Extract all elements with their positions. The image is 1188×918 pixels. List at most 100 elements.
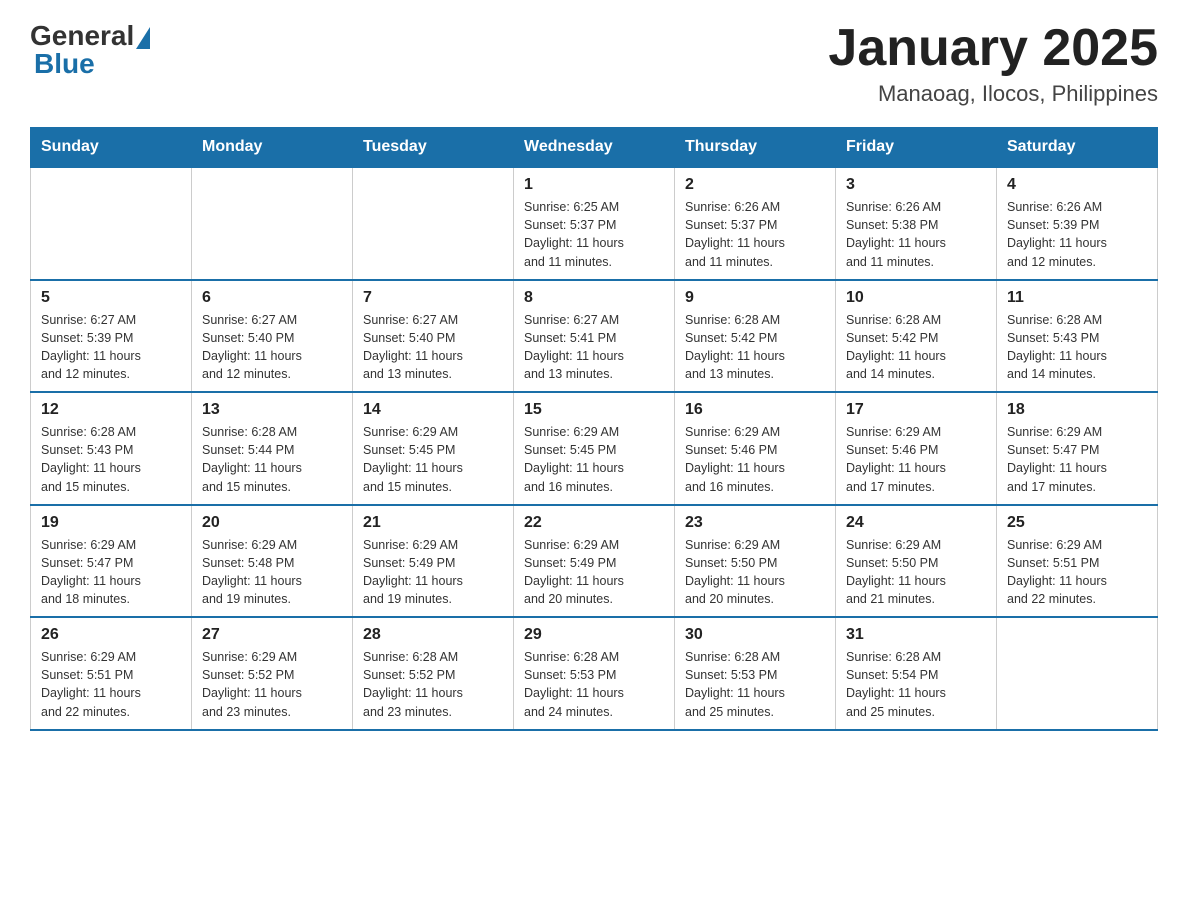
header: General Blue January 2025 Manaoag, Iloco… [30,20,1158,107]
day-number: 17 [846,401,986,419]
calendar-day-3: 3 Sunrise: 6:26 AM Sunset: 5:38 PM Daylig… [836,167,997,280]
calendar-day-31: 31 Sunrise: 6:28 AM Sunset: 5:54 PM Dayli… [836,617,997,730]
header-monday: Monday [192,128,353,168]
calendar-day-11: 11 Sunrise: 6:28 AM Sunset: 5:43 PM Dayli… [997,280,1158,393]
calendar-day-5: 5 Sunrise: 6:27 AM Sunset: 5:39 PM Daylig… [31,280,192,393]
day-info: Sunrise: 6:29 AM Sunset: 5:50 PM Dayligh… [685,536,825,609]
calendar-week-row: 5 Sunrise: 6:27 AM Sunset: 5:39 PM Daylig… [31,280,1158,393]
calendar-table: SundayMondayTuesdayWednesdayThursdayFrid… [30,127,1158,731]
day-number: 3 [846,176,986,194]
day-info: Sunrise: 6:29 AM Sunset: 5:47 PM Dayligh… [41,536,181,609]
day-number: 16 [685,401,825,419]
calendar-day-25: 25 Sunrise: 6:29 AM Sunset: 5:51 PM Dayli… [997,505,1158,618]
day-info: Sunrise: 6:27 AM Sunset: 5:41 PM Dayligh… [524,311,664,384]
calendar-day-12: 12 Sunrise: 6:28 AM Sunset: 5:43 PM Dayli… [31,392,192,505]
day-info: Sunrise: 6:26 AM Sunset: 5:39 PM Dayligh… [1007,198,1147,271]
calendar-day-13: 13 Sunrise: 6:28 AM Sunset: 5:44 PM Dayli… [192,392,353,505]
day-number: 31 [846,626,986,644]
calendar-day-9: 9Sunrise: 6:28 AM Sunset: 5:42 PM Daylig… [675,280,836,393]
day-number: 12 [41,401,181,419]
day-number: 5 [41,289,181,307]
day-number: 28 [363,626,503,644]
calendar-subtitle: Manaoag, Ilocos, Philippines [828,81,1158,107]
calendar-day-6: 6Sunrise: 6:27 AM Sunset: 5:40 PM Daylig… [192,280,353,393]
header-wednesday: Wednesday [514,128,675,168]
day-number: 7 [363,289,503,307]
calendar-day-21: 21 Sunrise: 6:29 AM Sunset: 5:49 PM Dayli… [353,505,514,618]
day-info: Sunrise: 6:29 AM Sunset: 5:49 PM Dayligh… [363,536,503,609]
day-number: 2 [685,176,825,194]
calendar-empty-cell [31,167,192,280]
day-info: Sunrise: 6:28 AM Sunset: 5:54 PM Dayligh… [846,648,986,721]
calendar-day-27: 27 Sunrise: 6:29 AM Sunset: 5:52 PM Dayli… [192,617,353,730]
day-info: Sunrise: 6:29 AM Sunset: 5:46 PM Dayligh… [846,423,986,496]
calendar-week-row: 1Sunrise: 6:25 AM Sunset: 5:37 PM Daylig… [31,167,1158,280]
day-info: Sunrise: 6:29 AM Sunset: 5:45 PM Dayligh… [524,423,664,496]
day-info: Sunrise: 6:28 AM Sunset: 5:43 PM Dayligh… [41,423,181,496]
header-saturday: Saturday [997,128,1158,168]
day-info: Sunrise: 6:28 AM Sunset: 5:42 PM Dayligh… [685,311,825,384]
calendar-day-20: 20 Sunrise: 6:29 AM Sunset: 5:48 PM Dayli… [192,505,353,618]
title-area: January 2025 Manaoag, Ilocos, Philippine… [828,20,1158,107]
header-sunday: Sunday [31,128,192,168]
day-number: 11 [1007,289,1147,307]
calendar-header-row: SundayMondayTuesdayWednesdayThursdayFrid… [31,128,1158,168]
calendar-day-16: 16 Sunrise: 6:29 AM Sunset: 5:46 PM Dayli… [675,392,836,505]
calendar-day-30: 30Sunrise: 6:28 AM Sunset: 5:53 PM Dayli… [675,617,836,730]
day-info: Sunrise: 6:26 AM Sunset: 5:38 PM Dayligh… [846,198,986,271]
calendar-day-26: 26Sunrise: 6:29 AM Sunset: 5:51 PM Dayli… [31,617,192,730]
calendar-day-23: 23Sunrise: 6:29 AM Sunset: 5:50 PM Dayli… [675,505,836,618]
day-info: Sunrise: 6:27 AM Sunset: 5:40 PM Dayligh… [363,311,503,384]
header-friday: Friday [836,128,997,168]
day-info: Sunrise: 6:27 AM Sunset: 5:39 PM Dayligh… [41,311,181,384]
calendar-day-1: 1Sunrise: 6:25 AM Sunset: 5:37 PM Daylig… [514,167,675,280]
calendar-day-24: 24 Sunrise: 6:29 AM Sunset: 5:50 PM Dayli… [836,505,997,618]
calendar-empty-cell [353,167,514,280]
day-number: 30 [685,626,825,644]
day-number: 21 [363,514,503,532]
day-info: Sunrise: 6:29 AM Sunset: 5:45 PM Dayligh… [363,423,503,496]
day-number: 19 [41,514,181,532]
calendar-empty-cell [997,617,1158,730]
day-number: 14 [363,401,503,419]
day-info: Sunrise: 6:28 AM Sunset: 5:44 PM Dayligh… [202,423,342,496]
day-info: Sunrise: 6:28 AM Sunset: 5:43 PM Dayligh… [1007,311,1147,384]
calendar-day-2: 2Sunrise: 6:26 AM Sunset: 5:37 PM Daylig… [675,167,836,280]
calendar-day-17: 17 Sunrise: 6:29 AM Sunset: 5:46 PM Dayli… [836,392,997,505]
calendar-week-row: 26Sunrise: 6:29 AM Sunset: 5:51 PM Dayli… [31,617,1158,730]
day-number: 10 [846,289,986,307]
day-number: 20 [202,514,342,532]
calendar-day-7: 7 Sunrise: 6:27 AM Sunset: 5:40 PM Daylig… [353,280,514,393]
day-info: Sunrise: 6:28 AM Sunset: 5:52 PM Dayligh… [363,648,503,721]
day-number: 13 [202,401,342,419]
day-number: 4 [1007,176,1147,194]
day-number: 15 [524,401,664,419]
header-thursday: Thursday [675,128,836,168]
day-number: 27 [202,626,342,644]
logo: General Blue [30,20,152,80]
day-info: Sunrise: 6:29 AM Sunset: 5:50 PM Dayligh… [846,536,986,609]
day-info: Sunrise: 6:29 AM Sunset: 5:51 PM Dayligh… [1007,536,1147,609]
day-info: Sunrise: 6:29 AM Sunset: 5:48 PM Dayligh… [202,536,342,609]
day-number: 18 [1007,401,1147,419]
day-info: Sunrise: 6:28 AM Sunset: 5:53 PM Dayligh… [524,648,664,721]
calendar-day-10: 10 Sunrise: 6:28 AM Sunset: 5:42 PM Dayli… [836,280,997,393]
day-info: Sunrise: 6:28 AM Sunset: 5:42 PM Dayligh… [846,311,986,384]
calendar-day-15: 15 Sunrise: 6:29 AM Sunset: 5:45 PM Dayli… [514,392,675,505]
calendar-week-row: 19 Sunrise: 6:29 AM Sunset: 5:47 PM Dayli… [31,505,1158,618]
header-tuesday: Tuesday [353,128,514,168]
day-info: Sunrise: 6:27 AM Sunset: 5:40 PM Dayligh… [202,311,342,384]
calendar-day-8: 8 Sunrise: 6:27 AM Sunset: 5:41 PM Daylig… [514,280,675,393]
calendar-empty-cell [192,167,353,280]
day-number: 25 [1007,514,1147,532]
day-number: 8 [524,289,664,307]
calendar-day-28: 28 Sunrise: 6:28 AM Sunset: 5:52 PM Dayli… [353,617,514,730]
day-number: 29 [524,626,664,644]
day-info: Sunrise: 6:29 AM Sunset: 5:52 PM Dayligh… [202,648,342,721]
calendar-title: January 2025 [828,20,1158,77]
logo-triangle-icon [136,27,150,49]
day-number: 1 [524,176,664,194]
day-info: Sunrise: 6:29 AM Sunset: 5:46 PM Dayligh… [685,423,825,496]
day-number: 24 [846,514,986,532]
day-info: Sunrise: 6:29 AM Sunset: 5:51 PM Dayligh… [41,648,181,721]
